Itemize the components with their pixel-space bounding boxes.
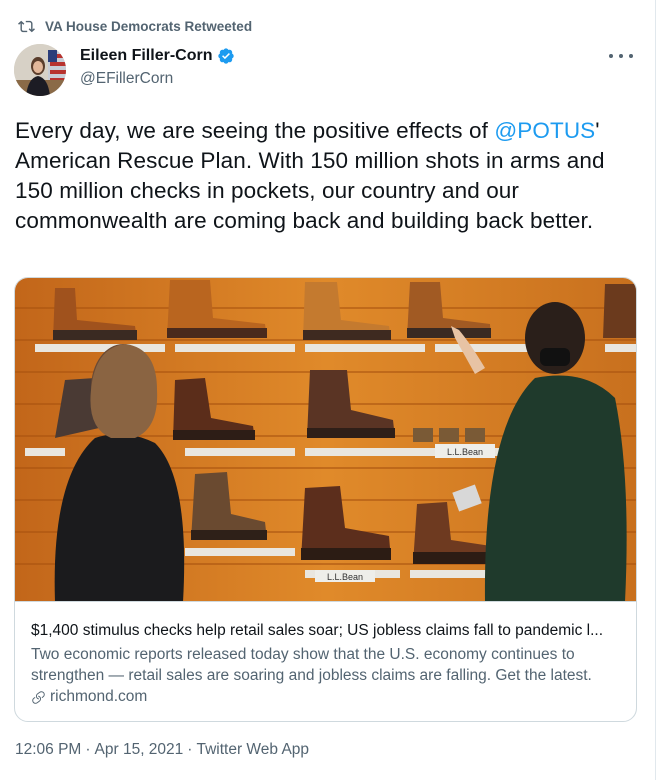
card-description: Two economic reports released today show… bbox=[31, 646, 592, 684]
avatar[interactable] bbox=[14, 44, 66, 96]
dot bbox=[609, 54, 613, 58]
tweet-container: VA House Democrats Retweeted Eileen Fill… bbox=[0, 0, 656, 780]
card-domain-label: richmond.com bbox=[50, 688, 148, 705]
link-icon bbox=[32, 690, 45, 704]
more-options-icon[interactable] bbox=[609, 46, 633, 66]
card-image-sign: L.L.Bean bbox=[327, 572, 363, 582]
verified-badge-icon bbox=[218, 48, 235, 64]
retweet-indicator[interactable]: VA House Democrats Retweeted bbox=[18, 16, 252, 36]
tweet-meta: 12:06 PM · Apr 15, 2021 · Twitter Web App bbox=[15, 741, 309, 759]
dot bbox=[619, 54, 623, 58]
author-name[interactable]: Eileen Filler-Corn bbox=[80, 47, 212, 65]
retweet-icon bbox=[18, 20, 35, 32]
card-image[interactable]: L.L.Bean L.L.Bean bbox=[15, 278, 636, 602]
dot bbox=[629, 54, 633, 58]
tweet-text: Every day, we are seeing the positive ef… bbox=[15, 116, 645, 236]
card-domain[interactable]: richmond.com bbox=[31, 688, 147, 706]
tweet-time[interactable]: 12:06 PM bbox=[15, 741, 81, 758]
card-image-sign: L.L.Bean bbox=[447, 447, 483, 457]
avatar-image bbox=[14, 44, 66, 96]
meta-separator: · bbox=[85, 741, 91, 758]
link-card[interactable]: L.L.Bean L.L.Bean $1,400 stimulus checks… bbox=[14, 277, 637, 722]
tweet-source: Twitter Web App bbox=[196, 741, 310, 758]
tweet-date[interactable]: Apr 15, 2021 bbox=[95, 741, 184, 758]
retweet-label: VA House Democrats Retweeted bbox=[45, 18, 253, 34]
meta-separator: · bbox=[187, 741, 193, 758]
mention-link[interactable]: @POTUS bbox=[494, 118, 595, 143]
boot-wall-photo: L.L.Bean L.L.Bean bbox=[15, 278, 636, 601]
author-name-row[interactable]: Eileen Filler-Corn bbox=[80, 47, 235, 65]
author-handle[interactable]: @EFillerCorn bbox=[80, 70, 173, 88]
tweet-text-part: Every day, we are seeing the positive ef… bbox=[15, 118, 495, 143]
card-title[interactable]: $1,400 stimulus checks help retail sales… bbox=[31, 622, 626, 640]
